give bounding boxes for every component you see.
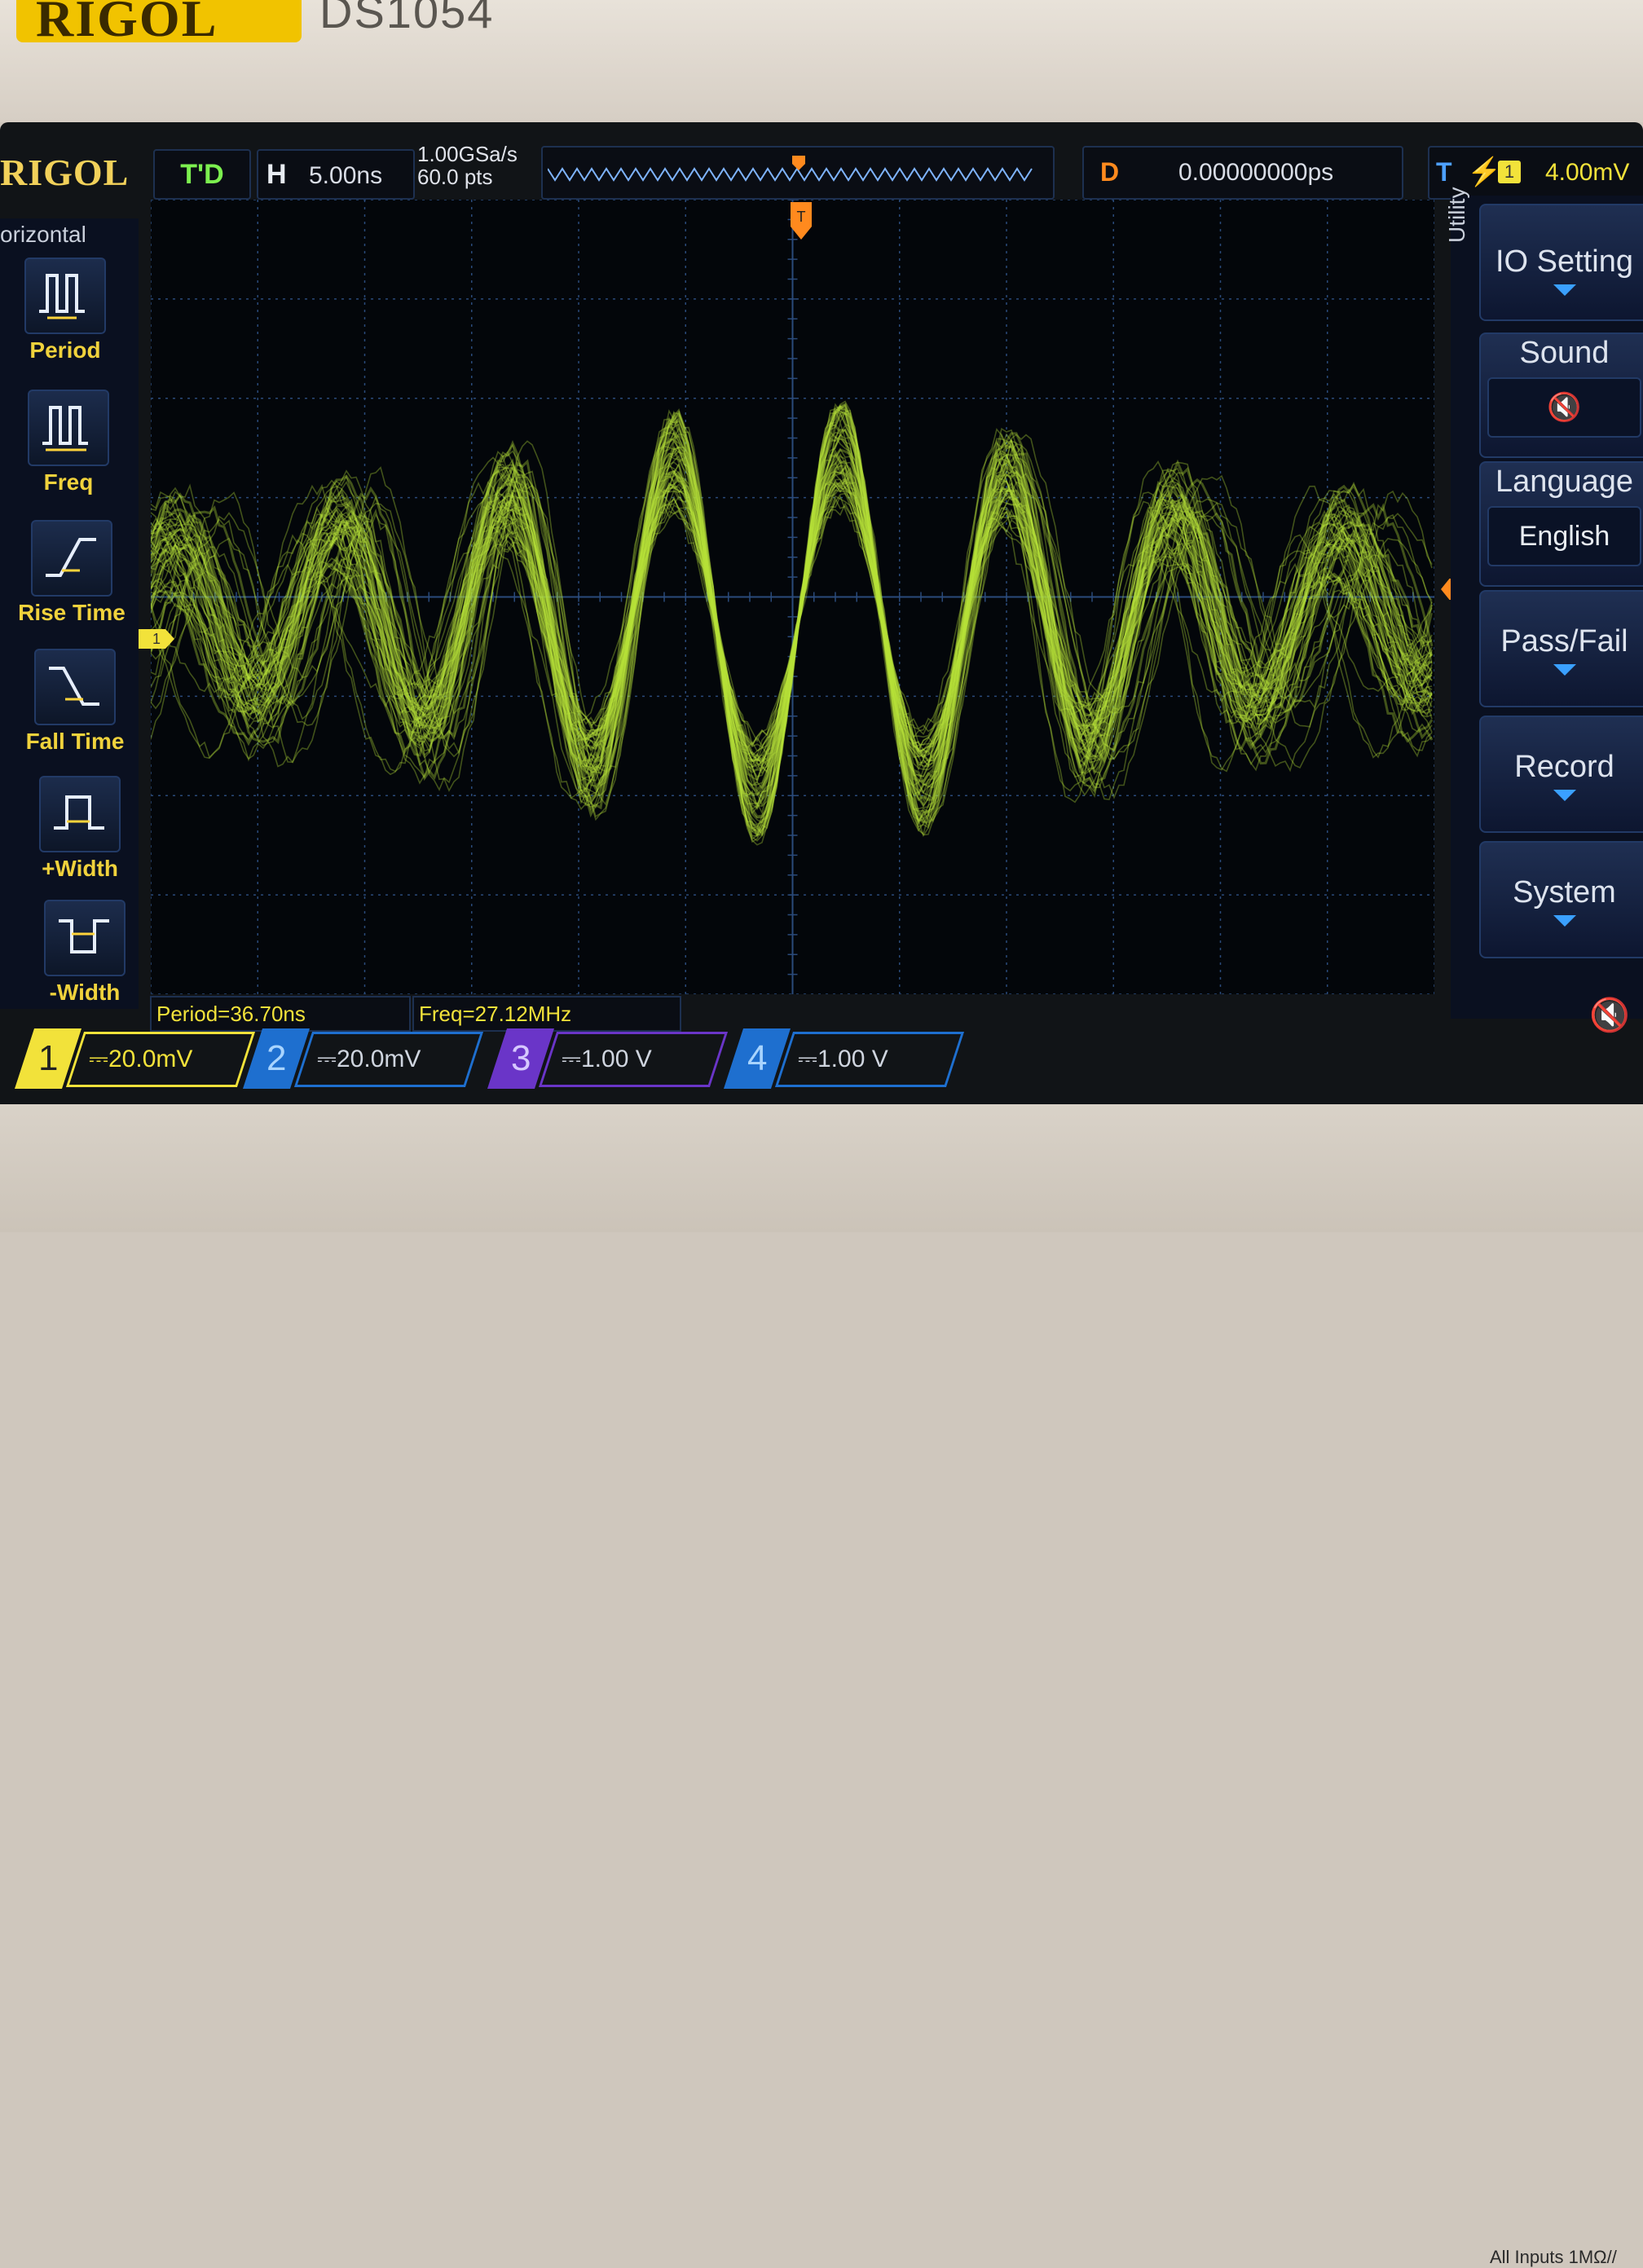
trigger-position-marker[interactable]: T <box>791 202 812 241</box>
io-setting-label: IO Setting <box>1495 244 1633 279</box>
measure-fall-time-button[interactable]: Fall Time <box>10 649 140 755</box>
brand-logo: RIGOL <box>16 0 302 47</box>
bottom-bezel: All Inputs 1MΩ// <box>0 1104 1643 2267</box>
screen-logo: RIGOL <box>0 152 130 193</box>
memory-waveform-icon <box>548 156 1033 182</box>
system-button[interactable]: System <box>1479 841 1643 958</box>
measure-negative-width-button[interactable]: -Width <box>20 900 150 1006</box>
sound-label: Sound <box>1519 336 1610 370</box>
waveform-trace <box>149 423 1434 818</box>
fall-time-icon <box>34 649 116 725</box>
measure-freq-button[interactable]: Freq <box>3 390 134 495</box>
waveform-trace <box>150 404 1433 837</box>
memory-depth: 60.0 pts <box>417 165 493 189</box>
freq-icon <box>28 390 109 466</box>
timebase-value: 5.00ns <box>309 162 383 189</box>
record-label: Record <box>1514 750 1614 784</box>
measure-rise-time-button[interactable]: Rise Time <box>7 520 137 626</box>
measure-menu: orizontal Period Freq Rise Time Fall Tim… <box>0 218 139 1009</box>
waveform-trace <box>149 448 1434 793</box>
waveform-trace <box>150 405 1433 836</box>
language-button[interactable]: Language English <box>1479 461 1643 587</box>
run-state-badge[interactable]: T'D <box>153 149 251 200</box>
speaker-mute-icon[interactable]: 🔇 <box>1589 996 1630 1034</box>
waveform-display[interactable] <box>149 199 1435 995</box>
waveform-trace <box>150 421 1433 815</box>
delay-label: D <box>1100 157 1120 187</box>
sample-rate: 1.00GSa/s <box>417 142 518 166</box>
period-readout: Period=36.70ns <box>150 996 411 1032</box>
trigger-source: 1 <box>1498 161 1521 183</box>
waveform-trace <box>150 465 1433 777</box>
freq-readout: Freq=27.12MHz <box>412 996 681 1032</box>
waveform-trace <box>150 405 1433 839</box>
timebase-box[interactable]: H 5.00ns <box>257 149 415 200</box>
waveform-trace <box>150 412 1433 824</box>
horizontal-label: H <box>266 159 287 190</box>
svg-text:T: T <box>797 209 806 225</box>
channel-2-scale: ⎓ 20.0mV <box>293 1032 484 1087</box>
measure-period-button[interactable]: Period <box>0 258 130 363</box>
acquisition-info: 1.00GSa/s 60.0 pts <box>417 143 518 188</box>
delay-box[interactable]: D 0.00000000ps <box>1082 146 1403 200</box>
chevron-down-icon <box>1553 790 1576 801</box>
sound-button[interactable]: Sound 🔇 <box>1479 332 1643 458</box>
model-label: DS1054 <box>319 0 495 37</box>
pass-fail-button[interactable]: Pass/Fail <box>1479 590 1643 707</box>
waveform-trace <box>150 457 1433 782</box>
trigger-label: T <box>1436 157 1452 187</box>
waveform-trace <box>149 403 1433 835</box>
memory-preview[interactable] <box>541 146 1055 200</box>
waveform-plot <box>149 199 1435 995</box>
language-value: English <box>1487 506 1641 566</box>
trigger-level: 4.00mV <box>1545 159 1630 186</box>
top-bezel: RIGOL DS1054 <box>0 0 1643 122</box>
chevron-down-icon <box>1553 664 1576 676</box>
language-label: Language <box>1495 465 1634 499</box>
period-icon <box>24 258 106 334</box>
waveform-trace <box>150 409 1433 830</box>
system-label: System <box>1513 875 1616 909</box>
measure-menu-title: orizontal <box>0 222 86 247</box>
rising-edge-icon: ⚡ <box>1467 156 1502 187</box>
mute-icon: 🔇 <box>1487 377 1641 438</box>
record-button[interactable]: Record <box>1479 716 1643 833</box>
delay-value: 0.00000000ps <box>1178 159 1334 186</box>
io-setting-button[interactable]: IO Setting <box>1479 204 1643 321</box>
positive-width-icon <box>39 776 121 852</box>
chevron-down-icon <box>1553 915 1576 927</box>
rise-time-icon <box>31 520 112 597</box>
channel-1-scale: ⎓ 20.0mV <box>65 1032 256 1087</box>
waveform-trace <box>149 403 1434 837</box>
channel-3-scale: ⎓ 1.00 V <box>538 1032 729 1087</box>
utility-menu-title: Utility <box>1444 187 1469 243</box>
waveform-trace <box>150 404 1433 837</box>
negative-width-icon <box>44 900 126 976</box>
measure-positive-width-button[interactable]: +Width <box>15 776 145 882</box>
waveform-trace <box>150 407 1433 830</box>
inputs-label: All Inputs 1MΩ// <box>1490 2247 1617 2267</box>
chevron-down-icon <box>1553 284 1576 296</box>
pass-fail-label: Pass/Fail <box>1500 624 1628 658</box>
waveform-trace <box>150 412 1433 826</box>
status-bar: RIGOL T'D H 5.00ns 1.00GSa/s 60.0 pts D … <box>0 134 1643 200</box>
channel-4-scale: ⎓ 1.00 V <box>774 1032 965 1087</box>
